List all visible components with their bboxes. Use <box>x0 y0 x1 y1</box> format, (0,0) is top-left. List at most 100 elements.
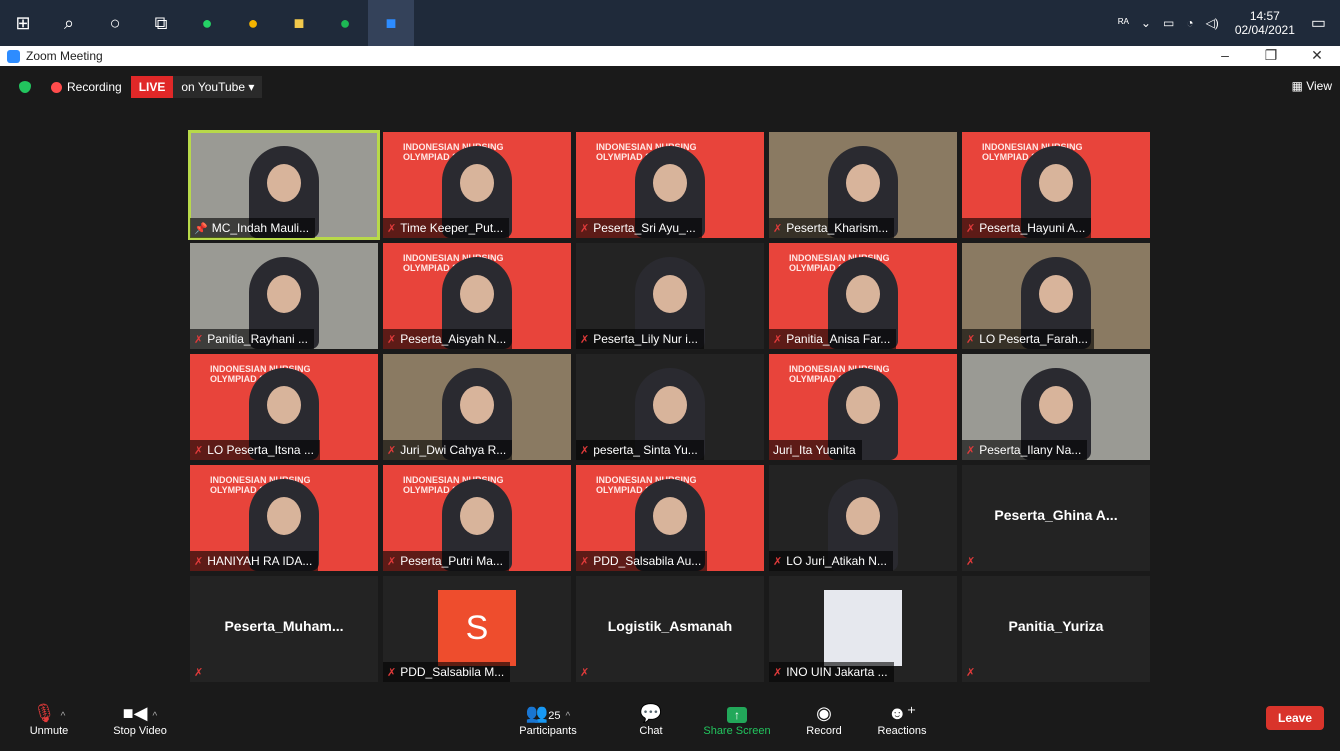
recording-label[interactable]: Recording <box>67 80 122 94</box>
participant-tile[interactable]: Panitia_Yuriza ✗ <box>962 576 1150 682</box>
grid-icon: ▦ <box>1291 79 1307 93</box>
whatsapp-icon[interactable]: ● <box>184 0 230 46</box>
participant-name-tag: ✗ <box>576 662 599 682</box>
participant-name-tag: ✗ Peserta_Hayuni A... <box>962 218 1092 238</box>
zoom-icon[interactable]: ■ <box>368 0 414 46</box>
chat-button[interactable]: 💬 Chat <box>611 701 691 737</box>
participant-tile[interactable]: ✗ LO Juri_Atikah N... <box>769 465 957 571</box>
participant-tile[interactable]: ✗ INO UIN Jakarta ... <box>769 576 957 682</box>
participant-name: Peserta_Lily Nur i... <box>593 332 698 346</box>
security-shield-icon[interactable] <box>19 81 31 93</box>
mic-muted-icon: ✗ <box>387 444 397 457</box>
mic-muted-icon: ✗ <box>580 444 590 457</box>
participant-tile[interactable]: INDONESIAN NURSING OLYMPIAD 2021 ✗ Peserta… <box>383 243 571 349</box>
participant-display-name: Peserta_Ghina A... <box>994 507 1118 523</box>
minimize-button[interactable]: – <box>1202 46 1248 66</box>
task-view-icon[interactable]: ⧉ <box>138 0 184 46</box>
stream-dropdown[interactable]: on YouTube ▾ <box>173 76 263 98</box>
mic-muted-icon: ✗ <box>966 222 976 235</box>
participant-name: PDD_Salsabila Au... <box>593 554 702 568</box>
record-button[interactable]: ◉ Record <box>784 701 864 737</box>
participant-tile[interactable]: Peserta_Muham... ✗ <box>190 576 378 682</box>
windows-icon[interactable]: ⊞ <box>0 0 46 46</box>
participant-tile[interactable]: ✗ Juri_Dwi Cahya R... <box>383 354 571 460</box>
clock-time: 14:57 <box>1249 9 1280 23</box>
participant-name-tag: ✗ Peserta_Lily Nur i... <box>576 329 704 349</box>
people-icon[interactable]: ᴿᴬ <box>1118 16 1129 30</box>
leave-button[interactable]: Leave <box>1266 706 1324 730</box>
participant-tile[interactable]: INDONESIAN NURSING OLYMPIAD 2021 ✗ Peserta… <box>962 132 1150 238</box>
battery-icon[interactable]: ▭ <box>1163 16 1174 30</box>
participant-tile[interactable]: INDONESIAN NURSING OLYMPIAD 2021 ✗ PDD_Sal… <box>576 465 764 571</box>
participant-tile[interactable]: INDONESIAN NURSING OLYMPIAD 2021 ✗ Panitia… <box>769 243 957 349</box>
cortana-icon[interactable]: ○ <box>92 0 138 46</box>
record-label: Record <box>806 725 842 737</box>
participant-tile[interactable]: INDONESIAN NURSING OLYMPIAD 2021 ✗ Peserta… <box>576 132 764 238</box>
participant-name: Panitia_Anisa Far... <box>786 332 891 346</box>
participant-tile[interactable]: INDONESIAN NURSING OLYMPIAD 2021 ✗ Peserta… <box>383 465 571 571</box>
unmute-button[interactable]: 🎙 ^ Unmute <box>9 701 89 737</box>
participant-tile[interactable]: INDONESIAN NURSING OLYMPIAD 2021 ✗ HANIYAH… <box>190 465 378 571</box>
participant-tile[interactable]: INDONESIAN NURSING OLYMPIAD 2021 Juri_Ita… <box>769 354 957 460</box>
participant-name-tag: ✗ peserta_ Sinta Yu... <box>576 440 704 460</box>
stop-video-button[interactable]: ■◀ ^ Stop Video <box>100 701 180 737</box>
mic-muted-icon: ✗ <box>387 333 397 346</box>
clock[interactable]: 14:57 02/04/2021 <box>1235 9 1295 37</box>
maximize-button[interactable]: ❐ <box>1248 46 1294 66</box>
zoom-logo-icon <box>7 49 20 63</box>
participant-name-tag: ✗ Juri_Dwi Cahya R... <box>383 440 513 460</box>
share-screen-button[interactable]: ↑ Share Screen <box>697 701 777 737</box>
mic-muted-icon: ✗ <box>387 555 397 568</box>
participant-tile[interactable]: INDONESIAN NURSING OLYMPIAD 2021 ✗ LO Pese… <box>190 354 378 460</box>
close-button[interactable]: ✕ <box>1294 46 1340 66</box>
participant-name-tag: ✗ <box>190 662 213 682</box>
stop-video-label: Stop Video <box>113 725 167 737</box>
participant-display-name: Logistik_Asmanah <box>607 618 733 634</box>
view-label: View <box>1306 79 1332 93</box>
participant-tile[interactable]: ✗ Peserta_Ilany Na... <box>962 354 1150 460</box>
mic-muted-icon: ✗ <box>194 333 204 346</box>
participant-name-tag: Juri_Ita Yuanita <box>769 440 862 460</box>
mic-muted-icon: ✗ <box>580 666 590 679</box>
file-explorer-icon[interactable]: ■ <box>276 0 322 46</box>
mic-muted-icon: ✗ <box>966 444 976 457</box>
volume-icon[interactable]: ◁) <box>1206 16 1219 30</box>
participant-name-tag: ✗ Time Keeper_Put... <box>383 218 510 238</box>
meeting-status-bar: Recording LIVE on YouTube ▾ ▦ View <box>0 74 1340 100</box>
system-tray: ᴿᴬ ⌄ ▭ ◔ ◁) 14:57 02/04/2021 ▭ <box>1112 0 1340 46</box>
participants-button[interactable]: 👥25 ^ Participants <box>508 701 588 737</box>
participant-tile[interactable]: ✗ LO Peserta_Farah... <box>962 243 1150 349</box>
mic-muted-icon: ✗ <box>194 666 204 679</box>
mic-muted-icon: ✗ <box>387 666 397 679</box>
participant-name-tag: ✗ Peserta_Ilany Na... <box>962 440 1088 460</box>
participant-tile[interactable]: ✗ Peserta_Lily Nur i... <box>576 243 764 349</box>
wifi-icon[interactable]: ◔ <box>1186 16 1193 30</box>
participant-tile[interactable]: Logistik_Asmanah ✗ <box>576 576 764 682</box>
reactions-button[interactable]: ☻⁺ Reactions <box>862 701 942 737</box>
participant-name: Peserta_Aisyah N... <box>400 332 507 346</box>
participant-name: Peserta_Putri Ma... <box>400 554 503 568</box>
participant-name-tag: ✗ Peserta_Kharism... <box>769 218 895 238</box>
spotify-icon[interactable]: ● <box>322 0 368 46</box>
participant-tile[interactable]: INDONESIAN NURSING OLYMPIAD 2021 ✗ Time Ke… <box>383 132 571 238</box>
search-icon[interactable]: ⌕ <box>46 0 92 46</box>
participant-name-tag: ✗ Peserta_Putri Ma... <box>383 551 509 571</box>
participant-tile[interactable]: ✗ Panitia_Rayhani ... <box>190 243 378 349</box>
participant-tile[interactable]: Peserta_Ghina A... ✗ <box>962 465 1150 571</box>
meeting-area: Recording LIVE on YouTube ▾ ▦ View 📌 MC_I… <box>0 66 1340 751</box>
view-button[interactable]: ▦ View <box>1292 79 1332 93</box>
mic-muted-icon: ✗ <box>773 555 783 568</box>
chrome-icon[interactable]: ● <box>230 0 276 46</box>
participant-tile[interactable]: 📌 MC_Indah Mauli... <box>188 130 380 240</box>
participant-tile[interactable]: ✗ peserta_ Sinta Yu... <box>576 354 764 460</box>
mic-muted-icon: 🎙 ^ <box>32 703 66 723</box>
notification-icon[interactable]: ▭ <box>1311 13 1326 33</box>
participant-name: Peserta_Hayuni A... <box>979 221 1086 235</box>
record-icon: ◉ <box>816 703 832 723</box>
participant-name-tag: ✗ Peserta_Aisyah N... <box>383 329 513 349</box>
participant-tile[interactable]: ✗ Peserta_Kharism... <box>769 132 957 238</box>
chevron-up-icon[interactable]: ⌄ <box>1141 16 1151 30</box>
participant-tile[interactable]: S ✗ PDD_Salsabila M... <box>383 576 571 682</box>
participant-name-tag: ✗ PDD_Salsabila Au... <box>576 551 708 571</box>
live-badge[interactable]: LIVE <box>130 76 174 98</box>
